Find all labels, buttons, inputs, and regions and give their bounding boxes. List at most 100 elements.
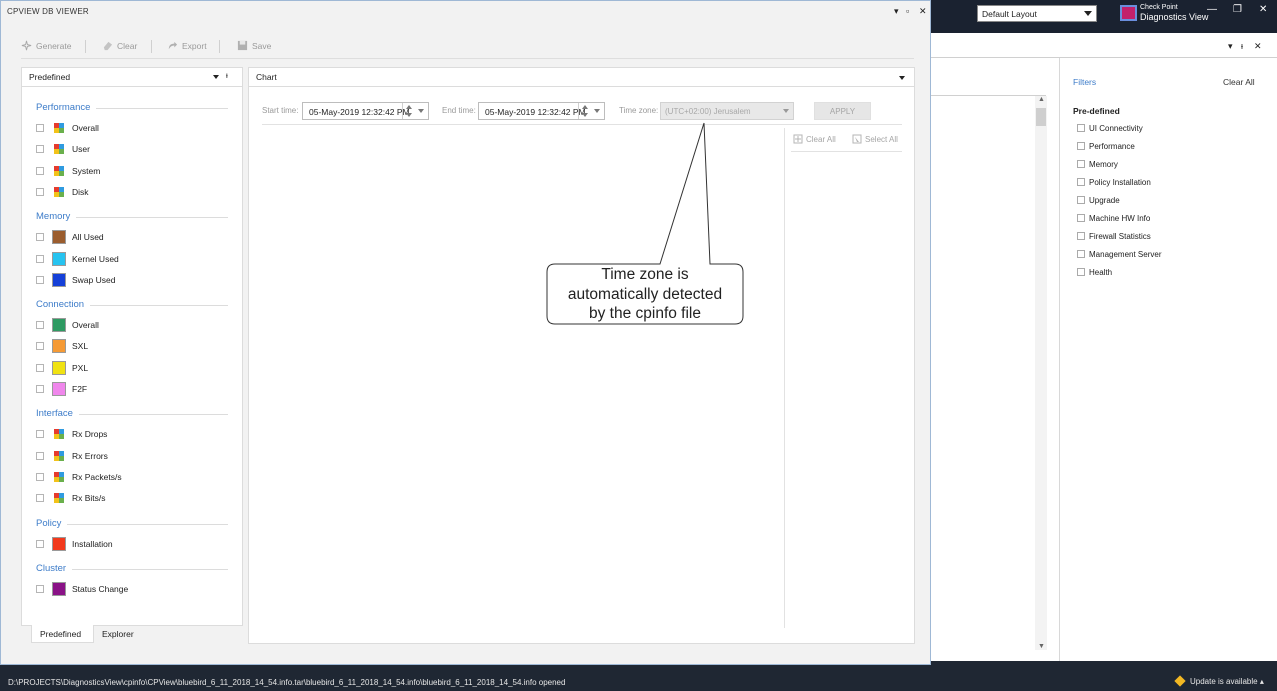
chevron-down-icon[interactable] xyxy=(213,75,219,79)
metric-checkbox[interactable] xyxy=(36,124,44,132)
chevron-down-icon[interactable] xyxy=(418,109,424,113)
metric-checkbox[interactable] xyxy=(36,145,44,154)
scroll-up-icon[interactable]: ▲ xyxy=(1038,96,1045,103)
chevron-down-icon[interactable] xyxy=(783,109,789,113)
color-swatch[interactable] xyxy=(52,581,66,596)
metric-checkbox[interactable] xyxy=(36,275,44,284)
metric-checkbox[interactable] xyxy=(36,539,44,548)
metric-checkbox[interactable] xyxy=(36,187,44,196)
color-swatch[interactable] xyxy=(52,339,66,354)
eraser-icon xyxy=(103,41,113,51)
metric-checkbox[interactable] xyxy=(36,166,44,175)
layout-select[interactable]: Default Layout xyxy=(977,5,1097,22)
window-close-button[interactable]: ✕ xyxy=(919,6,927,17)
tab-predefined[interactable]: Predefined xyxy=(31,625,94,643)
chevron-down-icon[interactable] xyxy=(899,76,905,80)
time-zone-select[interactable]: (UTC+02:00) Jerusalem xyxy=(660,102,794,120)
spin-down-icon[interactable] xyxy=(582,113,588,117)
filter-checkbox[interactable] xyxy=(1077,268,1085,276)
metric-item[interactable]: Disk xyxy=(36,185,226,199)
metric-item[interactable]: Status Change xyxy=(36,581,226,596)
minimize-button[interactable]: — xyxy=(1207,4,1217,15)
pin-icon[interactable]: ᵻ xyxy=(226,71,228,80)
select-all-icon xyxy=(852,134,862,144)
color-swatch[interactable] xyxy=(52,382,66,396)
filter-checkbox[interactable] xyxy=(1077,196,1085,204)
select-all-button[interactable]: Select All xyxy=(852,134,898,144)
chevron-down-icon[interactable] xyxy=(594,109,600,113)
generate-button[interactable]: Generate xyxy=(21,40,71,54)
metric-item[interactable]: Overall xyxy=(36,318,226,333)
metric-checkbox[interactable] xyxy=(36,385,44,393)
color-swatch[interactable] xyxy=(52,272,66,287)
update-available-notice[interactable]: Update is available ▴ xyxy=(1174,675,1264,687)
metric-item[interactable]: PXL xyxy=(36,360,226,375)
window-restore-button[interactable]: ▫ xyxy=(906,6,909,16)
export-button[interactable]: Export xyxy=(167,40,207,54)
metric-checkbox[interactable] xyxy=(36,233,44,242)
filter-checkbox[interactable] xyxy=(1077,178,1085,186)
spin-up-icon[interactable] xyxy=(582,105,588,109)
metric-item[interactable]: SXL xyxy=(36,339,226,354)
metric-item[interactable]: Rx Bits/s xyxy=(36,491,226,505)
close-button[interactable]: ✕ xyxy=(1259,4,1267,15)
save-button[interactable]: Save xyxy=(237,40,271,54)
metric-checkbox[interactable] xyxy=(36,494,44,503)
metric-item[interactable]: Rx Packets/s xyxy=(36,470,226,484)
time-zone-label: Time zone: xyxy=(619,106,659,115)
metric-label: SXL xyxy=(72,341,89,352)
metric-checkbox[interactable] xyxy=(36,342,44,351)
filter-checkbox[interactable] xyxy=(1077,124,1085,132)
metric-checkbox[interactable] xyxy=(36,254,44,263)
clear-all-icon xyxy=(793,134,803,144)
end-time-spinner[interactable] xyxy=(578,103,590,119)
start-time-spinner[interactable] xyxy=(402,103,414,119)
metric-checkbox[interactable] xyxy=(36,321,44,330)
filter-checkbox[interactable] xyxy=(1077,160,1085,168)
filter-label: Performance xyxy=(1089,142,1135,151)
color-swatch[interactable] xyxy=(52,360,66,375)
color-swatch[interactable] xyxy=(52,318,66,333)
filters-title[interactable]: Filters xyxy=(1073,77,1096,87)
filter-checkbox[interactable] xyxy=(1077,232,1085,240)
filter-checkbox[interactable] xyxy=(1077,250,1085,258)
spin-up-icon[interactable] xyxy=(406,105,412,109)
restore-button[interactable]: ❐ xyxy=(1233,4,1242,15)
scroll-down-icon[interactable]: ▼ xyxy=(1038,643,1045,650)
metric-item[interactable]: Rx Errors xyxy=(36,449,226,463)
metric-item[interactable]: Kernel Used xyxy=(36,251,226,266)
metric-item[interactable]: Overall xyxy=(36,121,226,135)
pin-icon[interactable]: ᵻ xyxy=(1241,41,1243,51)
metric-item[interactable]: System xyxy=(36,164,226,178)
metric-checkbox[interactable] xyxy=(36,584,44,593)
status-path: D:\PROJECTS\DiagnosticsView\cpinfo\CPVie… xyxy=(8,678,566,687)
clear-all-button[interactable]: Clear All xyxy=(793,134,836,144)
start-time-input[interactable]: 05-May-2019 12:32:42 PM xyxy=(302,102,429,120)
close-icon[interactable]: ✕ xyxy=(1254,41,1262,52)
metric-item[interactable]: User xyxy=(36,142,226,156)
metric-item[interactable]: Rx Drops xyxy=(36,427,226,441)
scroll-thumb[interactable] xyxy=(1036,108,1046,126)
color-swatch[interactable] xyxy=(52,536,66,551)
spin-down-icon[interactable] xyxy=(406,113,412,117)
filters-clear-all-button[interactable]: Clear All xyxy=(1223,77,1255,87)
metric-item[interactable]: Installation xyxy=(36,536,226,551)
apply-button[interactable]: APPLY xyxy=(814,102,871,120)
color-swatch[interactable] xyxy=(52,251,66,266)
app-vertical-scrollbar[interactable]: ▲ ▼ xyxy=(1035,96,1047,650)
metric-checkbox[interactable] xyxy=(36,430,44,439)
tab-explorer[interactable]: Explorer xyxy=(94,625,142,643)
filter-checkbox[interactable] xyxy=(1077,214,1085,222)
window-menu-button[interactable]: ▾ xyxy=(894,6,899,17)
metric-checkbox[interactable] xyxy=(36,363,44,372)
end-time-input[interactable]: 05-May-2019 12:32:42 PM xyxy=(478,102,605,120)
metric-item[interactable]: F2F xyxy=(36,382,226,396)
color-swatch[interactable] xyxy=(52,230,66,245)
metric-item[interactable]: Swap Used xyxy=(36,272,226,287)
metric-item[interactable]: All Used xyxy=(36,230,226,245)
metric-checkbox[interactable] xyxy=(36,451,44,460)
dropdown-icon[interactable]: ▾ xyxy=(1228,41,1233,52)
filter-checkbox[interactable] xyxy=(1077,142,1085,150)
metric-checkbox[interactable] xyxy=(36,472,44,481)
clear-button[interactable]: Clear xyxy=(102,40,137,54)
